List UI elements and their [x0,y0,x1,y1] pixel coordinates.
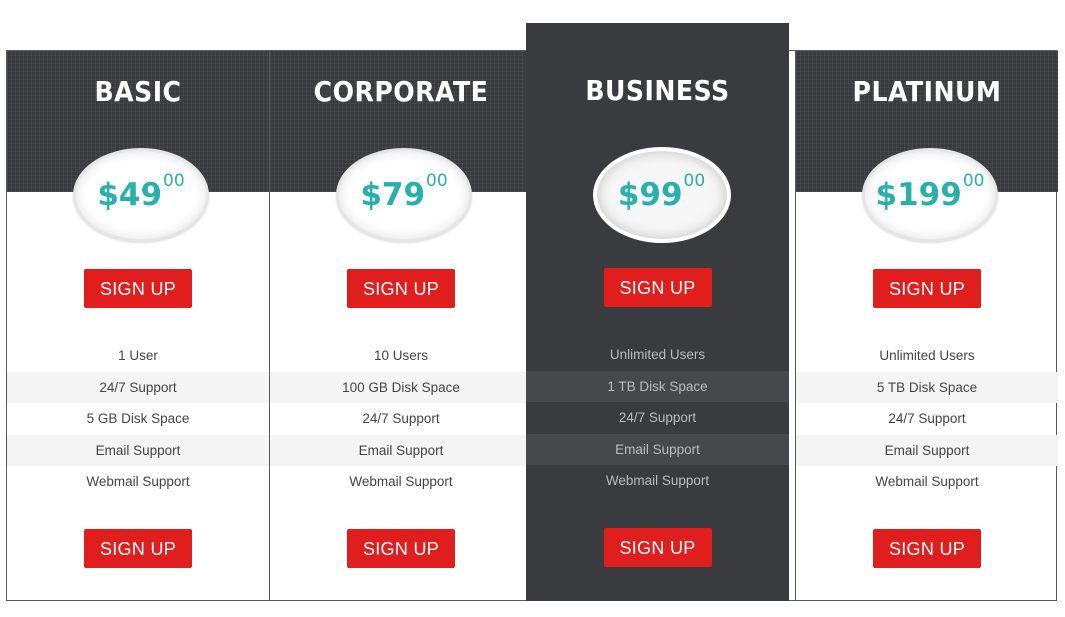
price-cents: 00 [683,171,706,191]
signup-button-bottom[interactable]: SIGN UP [84,529,192,568]
feature-item: 5 TB Disk Space [796,371,1058,403]
price-amount: $49 [97,177,163,213]
signup-button-bottom[interactable]: SIGN UP [603,528,712,567]
price-badge: $19900 [862,148,998,242]
signup-button-top[interactable]: SIGN UP [603,268,712,307]
feature-item: Email Support [526,433,789,465]
feature-item: 1 User [118,348,158,363]
feature-item: Email Support [270,434,532,466]
signup-button-top[interactable]: SIGN UP [347,269,455,308]
feature-item: 24/7 Support [362,411,440,426]
price-cents: 00 [962,171,985,191]
feature-item: 24/7 Support [888,411,966,426]
feature-item: 100 GB Disk Space [270,371,532,403]
feature-item: 10 Users [373,348,429,363]
price-badge: $9900 [592,147,731,243]
feature-item: 1 TB Disk Space [526,370,789,402]
price-cents: 00 [163,171,185,191]
plan-basic: BASIC $4900 SIGN UP 1 User 24/7 Support … [7,51,269,600]
signup-button-bottom[interactable]: SIGN UP [873,529,981,568]
feature-item: 24/7 Support [7,371,269,403]
plan-corporate: CORPORATE $7900 SIGN UP 10 Users 100 GB … [269,51,532,600]
signup-button-top[interactable]: SIGN UP [84,269,192,308]
price-amount: $199 [875,177,962,213]
feature-item: Email Support [7,434,269,466]
price-amount: $99 [617,177,683,213]
feature-item: 5 GB Disk Space [86,411,190,426]
plan-business: BUSINESS $9900 SIGN UP Unlimited Users 1… [526,23,789,601]
plan-title: PLATINUM [852,75,1002,108]
feature-list: Unlimited Users 1 TB Disk Space 24/7 Sup… [526,339,789,497]
price-badge: $4900 [73,148,209,242]
feature-list: 1 User 24/7 Support 5 GB Disk Space Emai… [7,340,269,498]
price-cents: 00 [426,171,448,191]
signup-button-top[interactable]: SIGN UP [873,269,981,308]
feature-list: Unlimited Users 5 TB Disk Space 24/7 Sup… [796,340,1058,498]
plan-header: BUSINESS [526,23,789,164]
plan-title: BUSINESS [585,74,730,107]
feature-item: Unlimited Users [879,348,975,363]
feature-item: Webmail Support [605,473,710,488]
plan-title: CORPORATE [313,75,489,108]
feature-item: Email Support [796,434,1058,466]
feature-item: Webmail Support [349,474,453,489]
plan-title: BASIC [94,75,182,108]
price-badge: $7900 [336,148,472,242]
feature-item: Unlimited Users [609,347,706,362]
feature-item: 24/7 Support [618,410,697,425]
feature-item: Webmail Support [875,474,979,489]
price-amount: $79 [360,177,426,213]
signup-button-bottom[interactable]: SIGN UP [347,529,455,568]
feature-list: 10 Users 100 GB Disk Space 24/7 Support … [270,340,532,498]
plan-platinum: PLATINUM $19900 SIGN UP Unlimited Users … [795,51,1058,600]
feature-item: Webmail Support [86,474,190,489]
